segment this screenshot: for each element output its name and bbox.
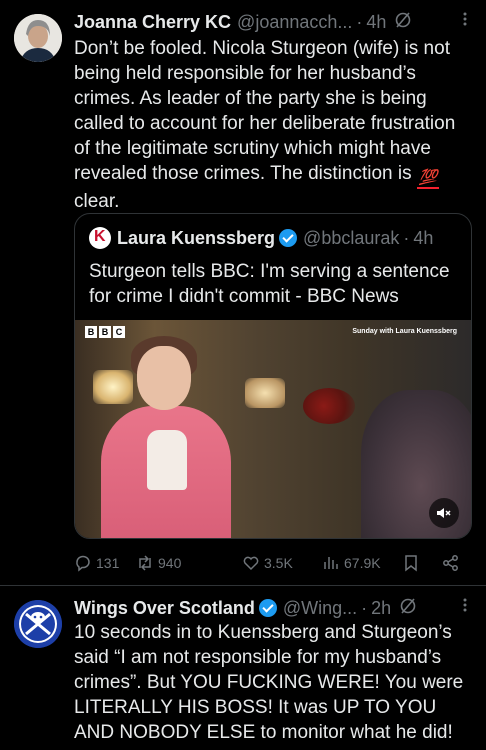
like-button[interactable]: 3.5K	[242, 554, 293, 572]
video-player[interactable]: B B C Sunday with Laura Kuenssberg	[75, 320, 471, 538]
repost-icon	[139, 555, 151, 571]
tweet-text: Don’t be fooled. Nicola Sturgeon (wife) …	[74, 36, 472, 214]
views-button[interactable]: 67.9K	[322, 554, 381, 572]
views-count: 67.9K	[344, 555, 381, 571]
avatar[interactable]	[14, 14, 62, 62]
letter-k-logo-icon: K	[94, 228, 106, 245]
verified-badge-icon	[258, 599, 277, 617]
author-name[interactable]: Joanna Cherry KC	[74, 12, 231, 33]
quoted-tweet[interactable]: K Laura Kuenssberg @bbclaurak · 4h Sturg…	[74, 213, 472, 539]
repost-count: 940	[158, 555, 182, 571]
author-handle[interactable]: @Wing...	[283, 598, 357, 619]
tweet-text-main: Don’t be fooled. Nicola Sturgeon (wife) …	[74, 38, 456, 184]
avatar-portrait-image	[14, 14, 62, 62]
quoted-author-handle[interactable]: @bbclaurak	[303, 228, 399, 249]
share-icon	[443, 555, 458, 571]
quoted-tweet-header: K Laura Kuenssberg @bbclaurak · 4h	[89, 226, 433, 250]
mute-button[interactable]	[429, 498, 459, 528]
grok-icon[interactable]	[394, 11, 412, 34]
tweet-wings-over-scotland[interactable]: Wings Over Scotland @Wing... · 2h 10 sec…	[0, 586, 486, 750]
quoted-author-name[interactable]: Laura Kuenssberg	[117, 228, 275, 249]
show-watermark: Sunday with Laura Kuenssberg	[352, 328, 457, 335]
timestamp[interactable]: 4h	[366, 12, 386, 33]
speaker-muted-icon	[437, 508, 451, 518]
tweet-header: Wings Over Scotland @Wing... · 2h	[74, 596, 472, 620]
share-button[interactable]	[442, 554, 460, 572]
background-flowers	[303, 388, 355, 424]
hundred-points-emoji: 💯	[416, 169, 439, 189]
separator-dot: ·	[356, 11, 363, 32]
reply-icon	[76, 555, 90, 572]
bbc-letter: B	[85, 326, 97, 338]
reply-button[interactable]: 131	[74, 554, 119, 572]
background-lamp	[93, 370, 133, 404]
background-lamp	[245, 378, 285, 408]
author-handle[interactable]: @joannacch...	[237, 12, 352, 33]
grok-icon[interactable]	[399, 597, 417, 620]
interviewee-face	[137, 346, 191, 410]
views-chart-icon	[324, 557, 338, 569]
quoted-tweet-text: Sturgeon tells BBC: I'm serving a senten…	[89, 261, 450, 307]
bookmark-button[interactable]	[402, 554, 420, 572]
tweet-text: 10 seconds in to Kuenssberg and Sturgeon…	[74, 622, 464, 743]
bbc-letter: B	[99, 326, 111, 338]
verified-badge-icon	[279, 229, 298, 247]
saltire-badge-icon	[14, 600, 62, 648]
reply-count: 131	[96, 555, 120, 571]
separator-dot: ·	[361, 597, 368, 618]
more-options-icon[interactable]	[458, 596, 472, 619]
timestamp[interactable]: 2h	[371, 598, 391, 619]
heart-icon	[243, 556, 259, 571]
bbc-letter: C	[113, 326, 125, 338]
more-options-icon[interactable]	[458, 10, 472, 33]
tweet-text-end: clear.	[74, 191, 120, 212]
tweet-joanna-cherry[interactable]: Joanna Cherry KC @joannacch... · 4h Don’…	[0, 0, 486, 586]
bbc-logo: B B C	[85, 326, 125, 338]
author-name[interactable]: Wings Over Scotland	[74, 598, 255, 619]
separator-dot: ·	[403, 227, 410, 248]
interviewee-shirt	[147, 430, 187, 490]
quoted-avatar[interactable]: K	[89, 227, 111, 249]
tweet-actions: 131 940 3.5K 67.9K	[74, 552, 472, 574]
bookmark-icon	[405, 555, 417, 572]
like-count: 3.5K	[264, 555, 293, 571]
repost-button[interactable]: 940	[136, 554, 181, 572]
tweet-header: Joanna Cherry KC @joannacch... · 4h	[74, 10, 472, 34]
quoted-timestamp: 4h	[413, 227, 434, 248]
avatar[interactable]	[14, 600, 62, 648]
